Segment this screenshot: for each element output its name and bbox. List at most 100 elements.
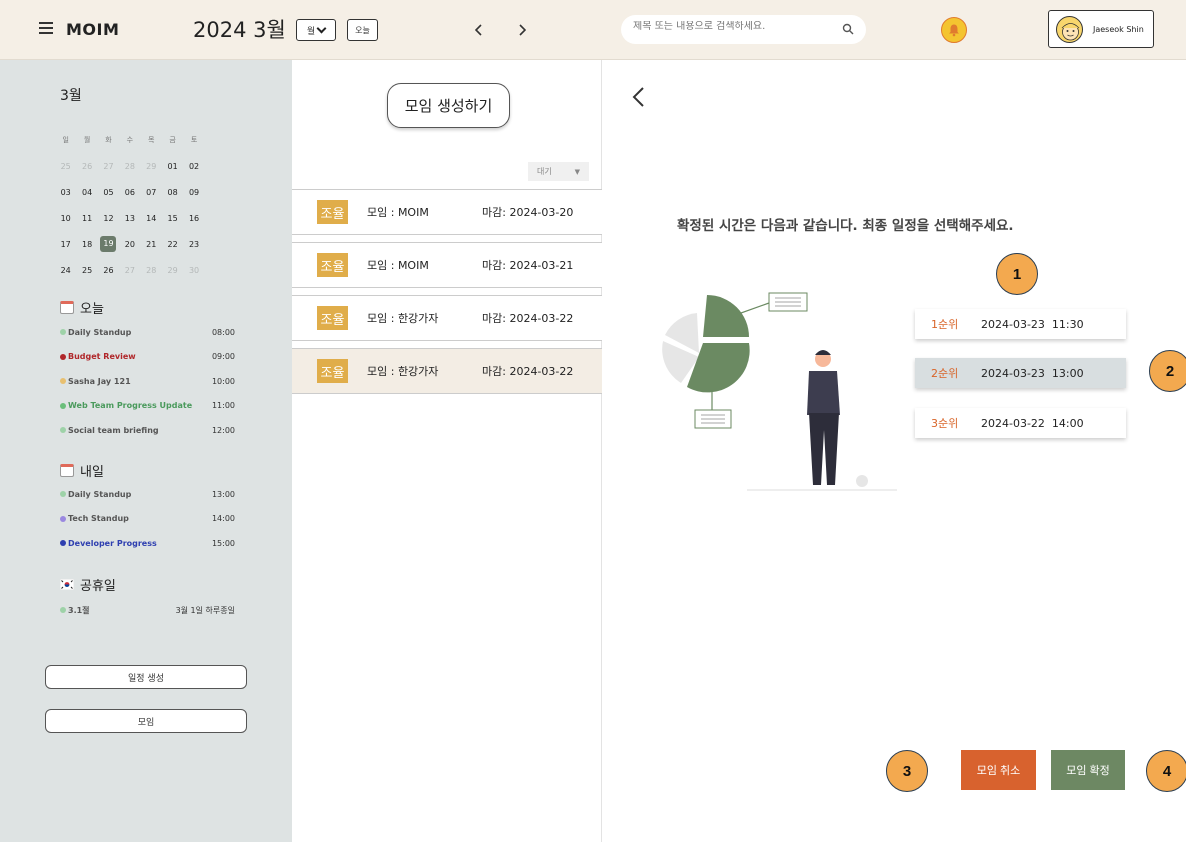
calendar-day[interactable]: 15: [162, 214, 183, 223]
calendar-day[interactable]: 22: [162, 240, 183, 249]
calendar-day[interactable]: 11: [76, 214, 97, 223]
calendar-day[interactable]: 12: [98, 214, 119, 223]
calendar-day[interactable]: 01: [162, 162, 183, 171]
calendar-day[interactable]: 14: [141, 214, 162, 223]
calendar-day[interactable]: 25: [55, 162, 76, 171]
calendar-day-number: 25: [60, 161, 71, 171]
event-item[interactable]: Social team briefing 12:00: [60, 418, 235, 443]
meeting-list-item[interactable]: 조율 모임 : MOIM 마감: 2024-03-20: [292, 189, 602, 235]
notification-bell-button[interactable]: [941, 17, 967, 43]
create-meeting-button[interactable]: 모임 생성하기: [387, 83, 510, 128]
time-slot-option[interactable]: 2순위 2024-03-23 13:00: [915, 358, 1126, 388]
today-button[interactable]: 오늘: [347, 19, 378, 41]
status-filter-select[interactable]: 대기 ▼: [528, 162, 589, 181]
calendar-day[interactable]: 06: [119, 188, 140, 197]
back-button[interactable]: [631, 84, 651, 110]
calendar-day[interactable]: 23: [183, 240, 204, 249]
time-slot-option[interactable]: 1순위 2024-03-23 11:30: [915, 309, 1126, 339]
event-item[interactable]: Budget Review 09:00: [60, 345, 235, 370]
calendar-day[interactable]: 16: [183, 214, 204, 223]
calendar-day-number: 16: [188, 213, 200, 223]
calendar-day[interactable]: 18: [76, 240, 97, 249]
confirm-meeting-button[interactable]: 모임 확정: [1051, 750, 1125, 790]
search-input[interactable]: [633, 21, 833, 32]
today-event-list: Daily Standup 08:00 Budget Review 09:00 Sash…: [60, 320, 235, 443]
current-month-title: 2024 3월: [193, 18, 286, 42]
event-color-dot-icon: [60, 402, 66, 409]
calendar-day[interactable]: 07: [141, 188, 162, 197]
calendar-day[interactable]: 19: [98, 236, 119, 252]
calendar-day[interactable]: 28: [119, 162, 140, 171]
calendar-day[interactable]: 02: [183, 162, 204, 171]
cancel-meeting-button[interactable]: 모임 취소: [961, 750, 1036, 790]
calendar-day-number: 27: [103, 161, 114, 171]
slot-rank: 3순위: [931, 417, 959, 430]
calendar-day[interactable]: 03: [55, 188, 76, 197]
meeting-list-item[interactable]: 조율 모임 : 한강가자 마감: 2024-03-22: [292, 295, 602, 341]
hamburger-menu-icon[interactable]: [39, 22, 53, 34]
event-name: 3.1절: [68, 605, 90, 615]
calendar-day[interactable]: 17: [55, 240, 76, 249]
calendar-day-number: 08: [167, 187, 178, 197]
chevron-right-icon: [519, 24, 526, 36]
calendar-day[interactable]: 30: [183, 266, 204, 275]
create-schedule-button[interactable]: 일정 생성: [45, 665, 247, 689]
calendar-icon: [60, 301, 74, 314]
weekday-label: 수: [126, 136, 134, 144]
calendar-day[interactable]: 05: [98, 188, 119, 197]
calendar-day[interactable]: 28: [141, 266, 162, 275]
meeting-list-item[interactable]: 조율 모임 : 한강가자 마감: 2024-03-22: [292, 348, 602, 394]
calendar-week-row: 17 18 19 20 21 22 23: [55, 231, 245, 257]
slot-time: 2024-03-22 14:00: [981, 416, 1084, 430]
event-label: Daily Standup: [60, 328, 131, 337]
event-time: 15:00: [211, 538, 235, 548]
calendar-day-number: 27: [124, 265, 135, 275]
event-item[interactable]: Daily Standup 08:00: [60, 320, 235, 345]
event-color-dot-icon: [60, 353, 66, 360]
calendar-day[interactable]: 21: [141, 240, 162, 249]
calendar-day[interactable]: 20: [119, 240, 140, 249]
bell-icon: [949, 24, 959, 37]
time-slot-option[interactable]: 3순위 2024-03-22 14:00: [915, 408, 1126, 438]
calendar-day-number: 22: [167, 239, 178, 249]
meeting-deadline: 마감: 2024-03-22: [482, 365, 574, 378]
next-month-button[interactable]: [512, 19, 532, 41]
annotation-marker-1: 1: [996, 253, 1038, 295]
app-title[interactable]: MOIM: [66, 20, 119, 39]
event-name: Developer Progress: [68, 538, 157, 548]
calendar-day[interactable]: 24: [55, 266, 76, 275]
top-bar: MOIM 2024 3월 월 오늘 Jaeseok Shin: [0, 0, 1186, 60]
tomorrow-section-header: 내일: [60, 461, 104, 480]
event-name: Tech Standup: [68, 514, 129, 524]
calendar-day[interactable]: 08: [162, 188, 183, 197]
calendar-day-number: 01: [167, 161, 178, 171]
calendar-day[interactable]: 27: [119, 266, 140, 275]
mini-calendar-month: 3월: [60, 88, 82, 104]
calendar-day[interactable]: 26: [98, 266, 119, 275]
calendar-day[interactable]: 25: [76, 266, 97, 275]
view-mode-select[interactable]: 월: [296, 19, 336, 41]
meeting-list-item[interactable]: 조율 모임 : MOIM 마감: 2024-03-21: [292, 242, 602, 288]
search-icon[interactable]: [842, 23, 854, 35]
prev-month-button[interactable]: [469, 19, 489, 41]
calendar-day-number: 23: [188, 239, 200, 249]
event-item[interactable]: 3.1절 3월 1일 하루종일: [60, 598, 235, 623]
calendar-day[interactable]: 29: [162, 266, 183, 275]
status-filter-value: 대기: [537, 167, 552, 176]
calendar-day[interactable]: 09: [183, 188, 204, 197]
annotation-marker-2: 2: [1149, 350, 1186, 392]
event-item[interactable]: Daily Standup 13:00: [60, 482, 235, 507]
user-profile-button[interactable]: Jaeseok Shin: [1048, 10, 1154, 48]
calendar-day[interactable]: 10: [55, 214, 76, 223]
event-item[interactable]: Web Team Progress Update 11:00: [60, 394, 235, 419]
calendar-day[interactable]: 29: [141, 162, 162, 171]
calendar-day[interactable]: 13: [119, 214, 140, 223]
event-label: Web Team Progress Update: [60, 401, 192, 410]
meeting-button[interactable]: 모임: [45, 709, 247, 733]
calendar-day[interactable]: 26: [76, 162, 97, 171]
event-item[interactable]: Sasha Jay 121 10:00: [60, 369, 235, 394]
calendar-day[interactable]: 27: [98, 162, 119, 171]
calendar-day[interactable]: 04: [76, 188, 97, 197]
event-item[interactable]: Developer Progress 15:00: [60, 531, 235, 556]
event-item[interactable]: Tech Standup 14:00: [60, 507, 235, 532]
